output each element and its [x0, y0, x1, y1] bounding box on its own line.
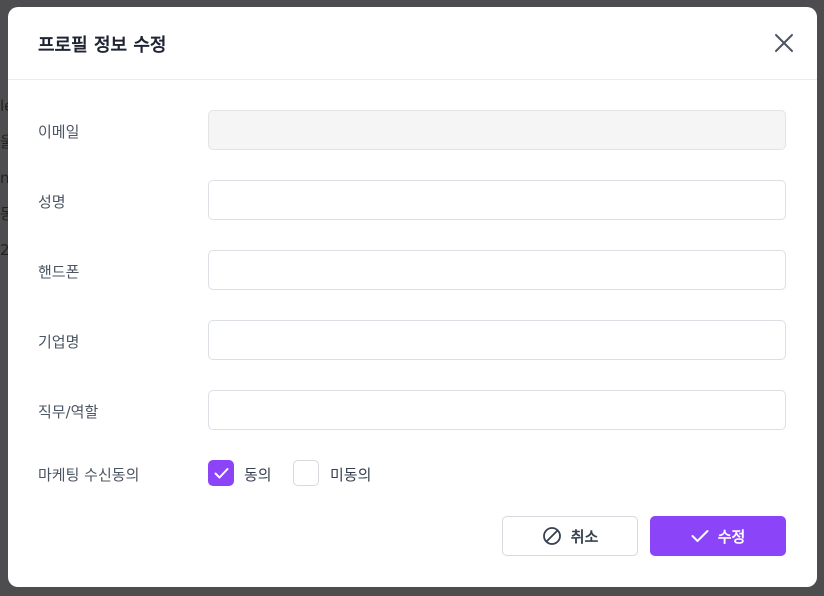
marketing-agree-checkbox[interactable] [208, 460, 234, 486]
role-field[interactable] [208, 390, 786, 430]
save-button[interactable]: 수정 [650, 516, 786, 556]
phone-label: 핸드폰 [38, 263, 80, 281]
name-field[interactable] [208, 180, 786, 220]
close-icon [775, 34, 793, 52]
marketing-agree-label[interactable]: 동의 [244, 464, 272, 485]
company-field[interactable] [208, 320, 786, 360]
close-button[interactable] [772, 31, 796, 55]
name-label: 성명 [38, 193, 66, 211]
email-label: 이메일 [38, 123, 80, 141]
save-button-label: 수정 [717, 527, 746, 546]
modal-title: 프로필 정보 수정 [38, 35, 167, 56]
marketing-disagree-checkbox[interactable] [293, 460, 319, 486]
prohibit-icon [542, 527, 561, 545]
check-icon [691, 530, 709, 542]
company-label: 기업명 [38, 333, 80, 351]
cancel-button-label: 취소 [570, 527, 599, 546]
cancel-button[interactable]: 취소 [502, 516, 638, 556]
check-icon [214, 468, 229, 479]
marketing-consent-label: 마케팅 수신동의 [38, 466, 140, 484]
phone-field[interactable] [208, 250, 786, 290]
email-field[interactable] [208, 110, 786, 150]
role-label: 직무/역할 [38, 403, 99, 421]
modal-header: 프로필 정보 수정 [8, 7, 817, 80]
edit-profile-modal: 프로필 정보 수정 이메일 성명 핸드폰 기업명 직무/역할 마케팅 수신동의 … [8, 7, 817, 587]
marketing-disagree-label[interactable]: 미동의 [330, 464, 371, 485]
